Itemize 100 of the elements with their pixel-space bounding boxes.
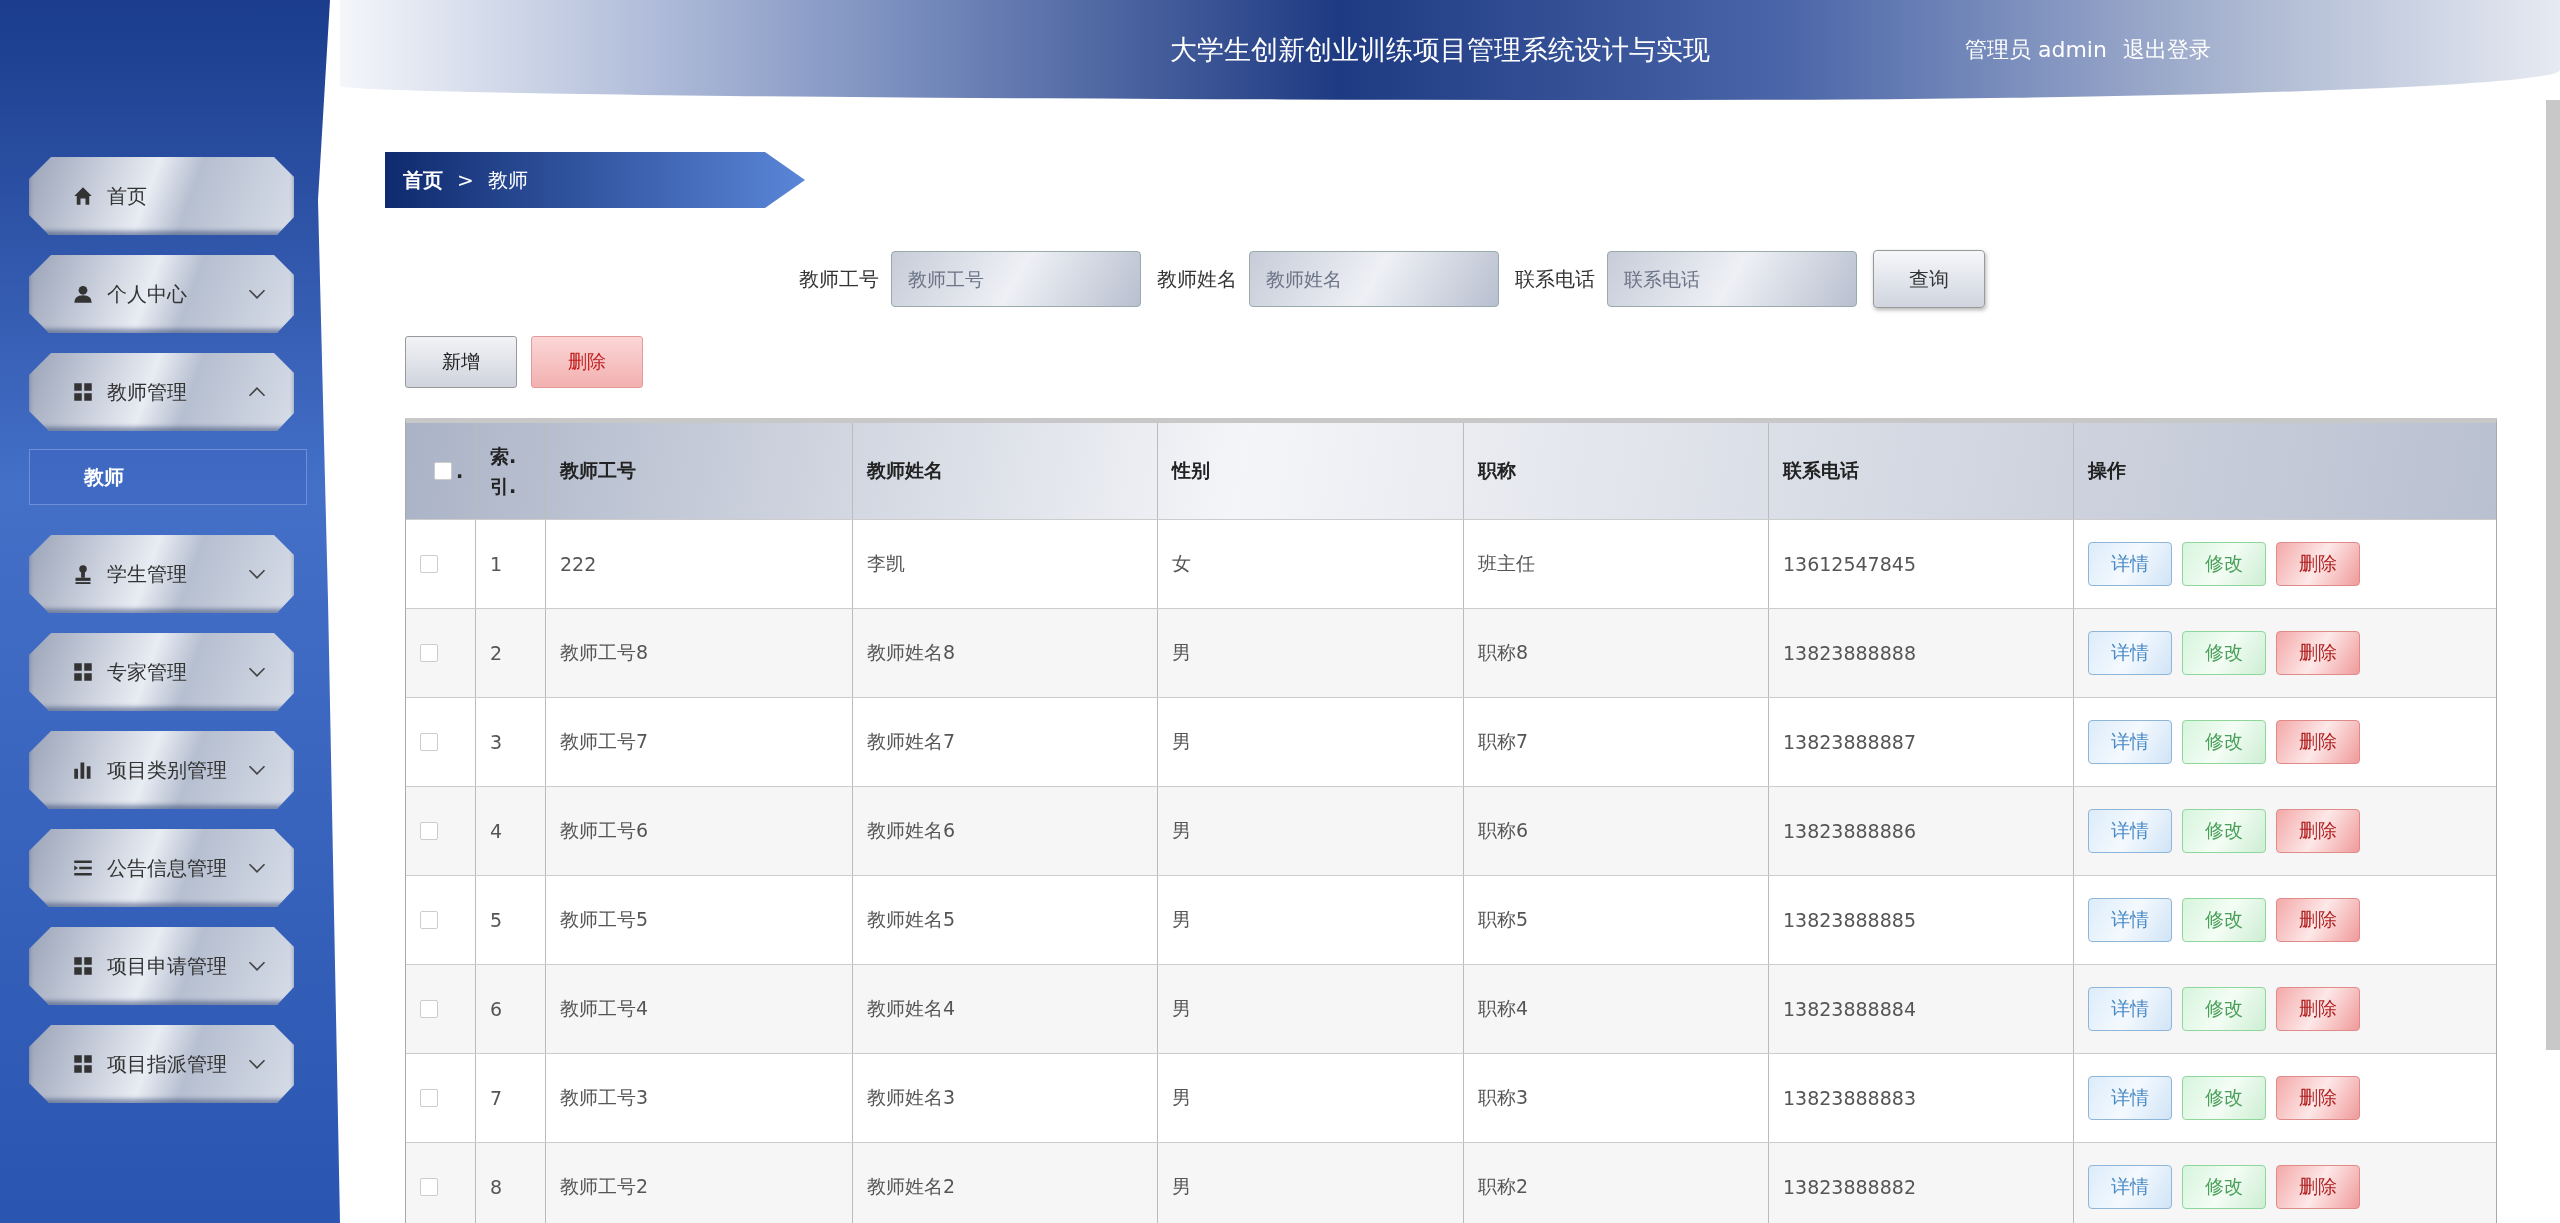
menu-item[interactable]: 教师管理 <box>29 353 294 431</box>
grid-icon <box>73 662 93 682</box>
details-button[interactable]: 详情 <box>2088 898 2172 942</box>
table-cell: 13823888886 <box>1783 820 1916 842</box>
table-cell: 1 <box>490 553 503 575</box>
table-cell: 13823888887 <box>1783 731 1916 753</box>
menu-item[interactable]: 公告信息管理 <box>29 829 294 907</box>
table-cell-text: 教师姓名8 <box>867 640 956 665</box>
user-label: 管理员 admin <box>1965 36 2107 64</box>
table-cell-text: 职称8 <box>1478 640 1529 665</box>
table-cell-text: 职称4 <box>1478 996 1529 1021</box>
column-header: 索.引. <box>490 443 518 499</box>
table-cell-text: 女 <box>1172 551 1191 576</box>
table-cell: 2 <box>490 642 503 664</box>
table-cell: 13823888885 <box>1783 909 1916 931</box>
table-cell: 13823888882 <box>1783 1176 1916 1198</box>
breadcrumb-separator: > <box>457 168 474 192</box>
edit-button[interactable]: 修改 <box>2182 987 2266 1031</box>
grid-icon <box>73 956 93 976</box>
table-cell: 222 <box>560 553 597 575</box>
edit-button[interactable]: 修改 <box>2182 720 2266 764</box>
table-cell-text: 教师工号7 <box>560 729 649 754</box>
menu-item[interactable]: 个人中心 <box>29 255 294 333</box>
checkbox[interactable] <box>420 1089 438 1107</box>
menu-item[interactable]: 专家管理 <box>29 633 294 711</box>
table-cell-text: 教师工号6 <box>560 818 649 843</box>
checkbox[interactable] <box>420 555 438 573</box>
edit-button[interactable]: 修改 <box>2182 631 2266 675</box>
grid-icon <box>73 382 93 402</box>
table-cell: 8 <box>490 1176 503 1198</box>
delete-button[interactable]: 删除 <box>2276 809 2360 853</box>
search-field[interactable]: 教师姓名 <box>1248 251 1499 307</box>
checkbox[interactable] <box>420 911 438 929</box>
details-button[interactable]: 详情 <box>2088 631 2172 675</box>
details-button[interactable]: 详情 <box>2088 809 2172 853</box>
column-header: 性别 <box>1172 458 1210 483</box>
details-button[interactable]: 详情 <box>2088 542 2172 586</box>
edit-button[interactable]: 修改 <box>2182 1076 2266 1120</box>
breadcrumb-current: 教师 <box>487 166 528 194</box>
grid-icon <box>73 1054 93 1074</box>
checkbox[interactable] <box>420 644 438 662</box>
table-cell-text: 教师工号4 <box>560 996 649 1021</box>
table-cell-text: 教师姓名7 <box>867 729 956 754</box>
search-button[interactable]: 查询 <box>1872 250 1985 308</box>
field-label: 联系电话 <box>1514 265 1595 293</box>
table-cell-text: 男 <box>1172 1085 1191 1110</box>
edit-button[interactable]: 修改 <box>2182 1165 2266 1209</box>
scrollbar[interactable] <box>2546 100 2560 1050</box>
edit-button[interactable]: 修改 <box>2182 898 2266 942</box>
delete-button[interactable]: 删除 <box>531 336 643 388</box>
table-cell: 13823888884 <box>1783 998 1916 1020</box>
table-cell-text: 男 <box>1172 729 1191 754</box>
add-button[interactable]: 新增 <box>405 336 517 388</box>
column-header: 职称 <box>1478 458 1516 483</box>
search-field[interactable]: 教师工号 <box>890 251 1141 307</box>
menu-item[interactable]: 项目指派管理 <box>29 1025 294 1103</box>
menu-item[interactable]: 学生管理 <box>29 535 294 613</box>
details-button[interactable]: 详情 <box>2088 987 2172 1031</box>
edit-button[interactable]: 修改 <box>2182 809 2266 853</box>
checkbox[interactable] <box>420 822 438 840</box>
table-cell-text: 班主任 <box>1478 551 1535 576</box>
search-field[interactable]: 联系电话 <box>1606 251 1857 307</box>
details-button[interactable]: 详情 <box>2088 1076 2172 1120</box>
menu-item[interactable]: 首页 <box>29 157 294 235</box>
table-cell-text: 教师工号2 <box>560 1174 649 1199</box>
breadcrumb-home-link[interactable]: 首页 <box>403 166 443 194</box>
checkbox[interactable] <box>434 462 452 480</box>
field-label: 教师工号 <box>798 265 879 293</box>
delete-button[interactable]: 删除 <box>2276 542 2360 586</box>
delete-button[interactable]: 删除 <box>2276 720 2360 764</box>
table-cell: 6 <box>490 998 503 1020</box>
delete-button[interactable]: 删除 <box>2276 1165 2360 1209</box>
table-cell: 4 <box>490 820 503 842</box>
table-cell-text: 男 <box>1172 640 1191 665</box>
checkbox[interactable] <box>420 1178 438 1196</box>
table-cell-text: 男 <box>1172 1174 1191 1199</box>
details-button[interactable]: 详情 <box>2088 720 2172 764</box>
table-cell: 5 <box>490 909 503 931</box>
table-cell-text: 职称3 <box>1478 1085 1529 1110</box>
table-cell-text: 教师工号5 <box>560 907 649 932</box>
column-header: 联系电话 <box>1783 458 1859 483</box>
delete-button[interactable]: 删除 <box>2276 631 2360 675</box>
details-button[interactable]: 详情 <box>2088 1165 2172 1209</box>
table-cell-text: 李凯 <box>867 551 905 576</box>
table-cell: 13612547845 <box>1783 553 1916 575</box>
table-cell: 3 <box>490 731 503 753</box>
table-cell-text: 职称6 <box>1478 818 1529 843</box>
column-header: 教师工号 <box>560 458 636 483</box>
home-icon <box>73 186 93 206</box>
delete-button[interactable]: 删除 <box>2276 898 2360 942</box>
delete-button[interactable]: 删除 <box>2276 987 2360 1031</box>
checkbox[interactable] <box>420 733 438 751</box>
menu-item[interactable]: 项目类别管理 <box>29 731 294 809</box>
table-cell-text: 教师姓名4 <box>867 996 956 1021</box>
submenu-item[interactable]: 教师 <box>29 449 307 505</box>
menu-item[interactable]: 项目申请管理 <box>29 927 294 1005</box>
delete-button[interactable]: 删除 <box>2276 1076 2360 1120</box>
checkbox[interactable] <box>420 1000 438 1018</box>
edit-button[interactable]: 修改 <box>2182 542 2266 586</box>
table-cell-text: 男 <box>1172 907 1191 932</box>
